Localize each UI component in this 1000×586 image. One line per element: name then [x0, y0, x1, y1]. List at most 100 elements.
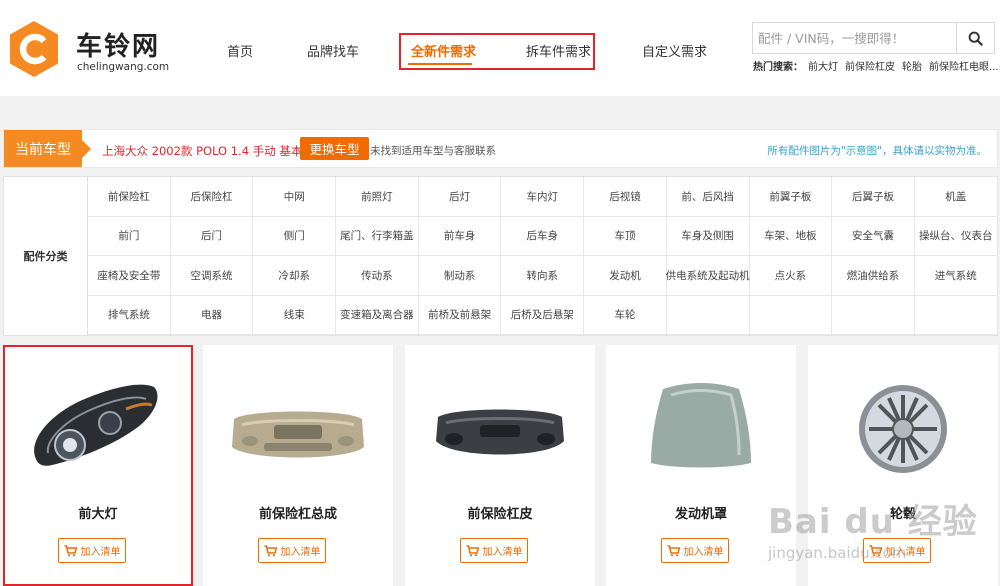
- category-item[interactable]: 供电系统及起动机: [666, 256, 750, 296]
- product-card-wheel[interactable]: 轮毂 加入清单: [808, 345, 998, 586]
- add-to-list-label: 加入清单: [80, 547, 121, 558]
- nav-custom[interactable]: 自定义需求: [642, 41, 707, 60]
- cart-icon: [466, 544, 479, 556]
- category-item[interactable]: 点火系: [749, 256, 833, 296]
- search-button[interactable]: [956, 23, 994, 53]
- category-item[interactable]: 前翼子板: [749, 177, 833, 217]
- category-item[interactable]: 机盖: [914, 177, 998, 217]
- change-vehicle-button[interactable]: 更换车型: [300, 137, 369, 160]
- category-item[interactable]: 后桥及后悬架: [501, 295, 585, 335]
- category-item[interactable]: 制动系: [418, 256, 502, 296]
- category-item[interactable]: 车内灯: [501, 177, 585, 217]
- add-to-list-button[interactable]: 加入清单: [58, 538, 126, 563]
- add-to-list-label: 加入清单: [482, 547, 523, 558]
- product-name: 前保险杠总成: [258, 507, 337, 522]
- category-item[interactable]: 后门: [170, 216, 254, 256]
- category-empty-cell: [914, 295, 998, 335]
- category-item[interactable]: 变速箱及离合器: [336, 295, 419, 335]
- category-item[interactable]: 车身及侧围: [666, 216, 750, 256]
- category-item[interactable]: 后视镜: [584, 177, 667, 217]
- category-item[interactable]: 发动机: [584, 256, 667, 296]
- product-card-hood[interactable]: 发动机罩 加入清单: [606, 345, 796, 586]
- category-grid: 前保险杠 后保险杠 中网 前照灯 后灯 车内灯 后视镜 前、后风挡 前翼子板 后翼子板 机盖前门 后门…: [88, 177, 998, 335]
- category-panel: 配件分类 前保险杠 后保险杠 中网 前照灯 后灯 车内灯 后视镜 前、后风挡 前翼子板 后翼子板机…: [3, 176, 998, 336]
- category-item[interactable]: 前、后风挡: [666, 177, 750, 217]
- hot-keyword[interactable]: 轮胎: [902, 62, 922, 73]
- category-item[interactable]: 尾门、行李箱盖: [336, 216, 419, 256]
- category-item[interactable]: 前门: [88, 216, 171, 256]
- site-header: 车铃网 chelingwang.com 首页 品牌找车 全新件需求 拆车件需求 …: [0, 0, 1000, 96]
- add-to-list-button[interactable]: 加入清单: [460, 538, 528, 563]
- hot-keyword[interactable]: 前大灯: [808, 62, 838, 73]
- category-item[interactable]: 后灯: [418, 177, 502, 217]
- hot-search-label: 热门搜索：: [753, 62, 803, 73]
- current-vehicle-label: 当前车型: [4, 130, 91, 167]
- search-icon: [968, 31, 983, 46]
- category-item[interactable]: 空调系统: [170, 256, 254, 296]
- category-item[interactable]: 操纵台、仪表台: [914, 216, 998, 256]
- hood-icon: [651, 383, 751, 468]
- category-item[interactable]: 前保险杠: [88, 177, 171, 217]
- category-item[interactable]: 冷却系: [253, 256, 337, 296]
- product-card-bumper-skin[interactable]: 前保险杠皮 加入清单: [405, 345, 595, 586]
- cart-icon: [667, 544, 680, 556]
- product-name: 前保险杠皮: [467, 507, 533, 522]
- category-item[interactable]: 转向系: [501, 256, 585, 296]
- category-item[interactable]: 后翼子板: [832, 177, 915, 217]
- product-name: 发动机罩: [674, 507, 727, 522]
- search-box: [752, 22, 995, 54]
- category-item[interactable]: 燃油供给系: [832, 256, 915, 296]
- bumper-assembly-icon: [232, 411, 364, 458]
- add-to-list-label: 加入清单: [683, 547, 724, 558]
- category-item[interactable]: 座椅及安全带: [88, 256, 171, 296]
- category-item[interactable]: 侧门: [253, 216, 337, 256]
- highlight-box: [399, 33, 595, 70]
- cart-icon: [64, 544, 77, 556]
- hot-searches: 热门搜索： 前大灯 前保险杠皮 轮胎 前保险杠电眼...: [753, 58, 1000, 73]
- category-empty-cell: [749, 295, 833, 335]
- add-to-list-label: 加入清单: [280, 547, 321, 558]
- logo-icon[interactable]: [8, 20, 60, 78]
- category-item[interactable]: 后保险杠: [170, 177, 254, 217]
- bumper-skin-icon: [436, 409, 564, 455]
- hot-keyword[interactable]: 前保险杠电眼...: [929, 62, 999, 73]
- add-to-list-label: 加入清单: [885, 547, 926, 558]
- current-vehicle-bar: 当前车型 上海大众 2002款 POLO 1.4 手动 基本版 更换车型 未找到…: [3, 129, 998, 168]
- logo-domain: chelingwang.com: [77, 61, 170, 73]
- category-empty-cell: [666, 295, 750, 335]
- nav-brand-search[interactable]: 品牌找车: [307, 41, 359, 60]
- category-item[interactable]: 安全气囊: [832, 216, 915, 256]
- vehicle-not-found-hint: 未找到适用车型与客服联系: [370, 145, 496, 157]
- cart-icon: [869, 544, 882, 556]
- logo-name[interactable]: 车铃网: [76, 26, 160, 63]
- image-disclaimer: 所有配件图片为"示意图"，具体请以实物为准。: [767, 145, 987, 157]
- category-item[interactable]: 前照灯: [336, 177, 419, 217]
- category-item[interactable]: 车架、地板: [749, 216, 833, 256]
- category-item[interactable]: 电器: [170, 295, 254, 335]
- category-item[interactable]: 排气系统: [88, 295, 171, 335]
- category-empty-cell: [832, 295, 915, 335]
- category-item[interactable]: 进气系统: [914, 256, 998, 296]
- category-item[interactable]: 车顶: [584, 216, 667, 256]
- add-to-list-button[interactable]: 加入清单: [258, 538, 326, 563]
- search-input[interactable]: [753, 23, 957, 53]
- product-name: 前大灯: [78, 507, 118, 522]
- product-card-bumper-assembly[interactable]: 前保险杠总成 加入清单: [203, 345, 393, 586]
- add-to-list-button[interactable]: 加入清单: [661, 538, 729, 563]
- headlight-icon: [34, 384, 158, 466]
- current-vehicle-model: 上海大众 2002款 POLO 1.4 手动 基本版: [102, 144, 314, 158]
- product-card-headlight[interactable]: 前大灯 加入清单: [3, 345, 193, 586]
- category-title: 配件分类: [4, 177, 88, 335]
- category-item[interactable]: 车轮: [584, 295, 667, 335]
- product-name: 轮毂: [889, 507, 916, 522]
- wheel-icon: [859, 385, 947, 473]
- nav-home[interactable]: 首页: [227, 41, 253, 60]
- category-item[interactable]: 中网: [253, 177, 337, 217]
- add-to-list-button[interactable]: 加入清单: [863, 538, 931, 563]
- category-item[interactable]: 传动系: [336, 256, 419, 296]
- category-item[interactable]: 前车身: [418, 216, 502, 256]
- category-item[interactable]: 前桥及前悬架: [418, 295, 502, 335]
- category-item[interactable]: 线束: [253, 295, 337, 335]
- hot-keyword[interactable]: 前保险杠皮: [845, 62, 895, 73]
- category-item[interactable]: 后车身: [501, 216, 585, 256]
